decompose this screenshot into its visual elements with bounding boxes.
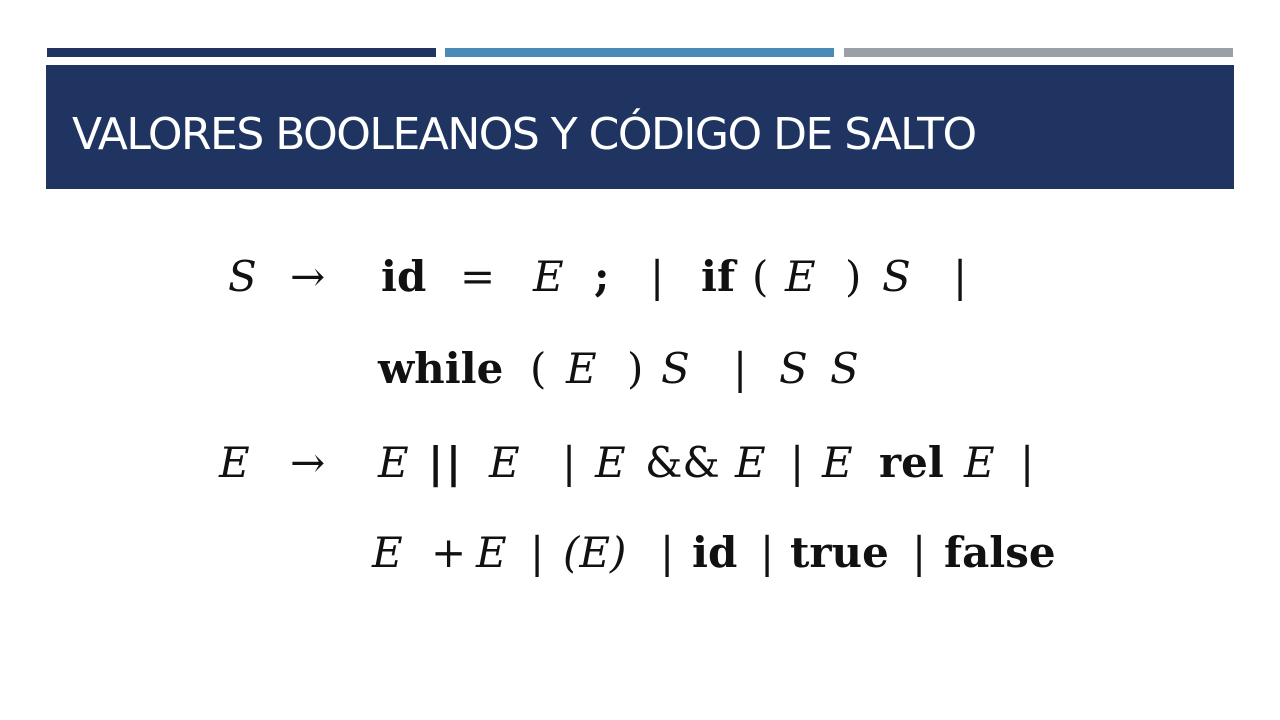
grammar-line1-token: S	[882, 252, 911, 301]
grammar-line4-token: +	[431, 528, 467, 577]
grammar-line3-token: |	[562, 438, 577, 487]
grammar-line3-token: rel	[879, 438, 944, 487]
grammar-line2-token: S	[830, 344, 859, 393]
grammar-line4-token: |	[660, 528, 675, 577]
grammar-line3-token: E	[735, 438, 766, 487]
grammar-line2-token: S	[779, 344, 808, 393]
grammar-line3-token: |	[790, 438, 805, 487]
grammar-line3-token: E	[964, 438, 995, 487]
grammar-line4-token: |	[530, 528, 545, 577]
grammar-line2-token: S	[661, 344, 690, 393]
grammar-line1-token: |	[953, 252, 968, 301]
grammar-line4-token: id	[692, 528, 738, 577]
grammar-line2-token: )	[627, 344, 644, 393]
grammar-line3-lhs: E	[219, 438, 250, 487]
grammar-line2-token: E	[566, 344, 597, 393]
grammar-line3-token: E	[595, 438, 626, 487]
grammar-line2-token: while	[378, 344, 504, 393]
grammar-line3-token: E	[822, 438, 853, 487]
grammar-line1-token: |	[650, 252, 665, 301]
grammar-line2-token: |	[733, 344, 748, 393]
grammar-line4-token: (E)	[563, 528, 627, 577]
grammar-line3-token: &&	[645, 438, 720, 487]
slide: VALORES BOOLEANOS Y CÓDIGO DE SALTO S → …	[0, 0, 1280, 720]
grammar-line3-token: |	[1020, 438, 1035, 487]
grammar-line1-token: =	[460, 252, 496, 301]
grammar-line1-lhs: S	[228, 252, 257, 301]
grammar-line3-arrow: →	[290, 438, 326, 487]
grammar-line1-token: E	[533, 252, 564, 301]
grammar-line1-arrow: →	[290, 252, 326, 301]
grammar-line1-token: )	[845, 252, 862, 301]
grammar-line1-token: id	[381, 252, 427, 301]
grammar-line4-token: |	[912, 528, 927, 577]
grammar-line3-token: E	[489, 438, 520, 487]
grammar-rules: S → id = E ; | if ( E ) S | while ( E ) …	[0, 0, 1280, 720]
grammar-line4-token: E	[476, 528, 507, 577]
grammar-line3-token: E	[378, 438, 409, 487]
grammar-line1-token: ;	[594, 252, 610, 301]
grammar-line4-token: true	[790, 528, 889, 577]
grammar-line4-token: E	[372, 528, 403, 577]
grammar-line1-token: E	[785, 252, 816, 301]
grammar-line4-token: |	[760, 528, 775, 577]
grammar-line1-token: (	[752, 252, 769, 301]
grammar-line1-token: if	[701, 252, 736, 301]
grammar-line2-token: (	[530, 344, 547, 393]
grammar-line4-token: false	[944, 528, 1056, 577]
grammar-line3-token: | |	[428, 438, 461, 487]
